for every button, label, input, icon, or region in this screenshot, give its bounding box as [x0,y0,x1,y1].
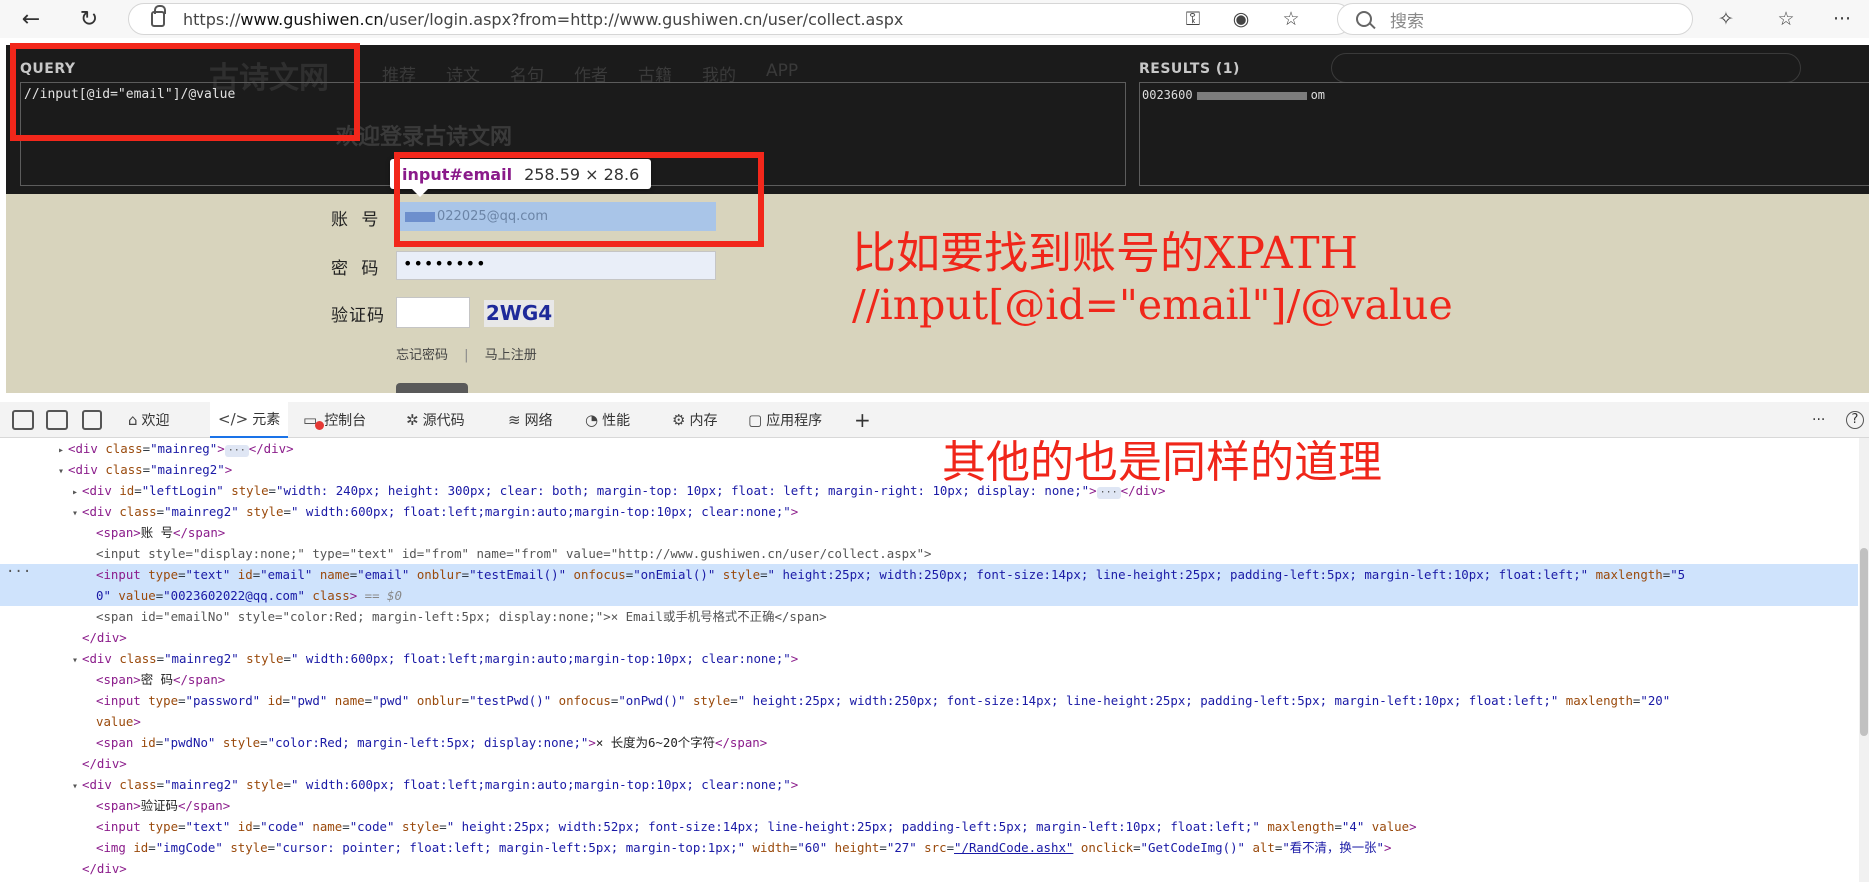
add-tool-icon[interactable]: + [854,402,871,438]
tracking-icon[interactable]: ◉ [1228,6,1254,32]
extensions-icon[interactable]: ✧ [1713,6,1739,32]
tab-welcome[interactable]: ⌂ 欢迎 [128,402,170,438]
error-badge-icon [315,420,325,430]
dom-node-line[interactable]: ▾ <div class="mainreg2" style=" width:600… [0,648,1858,669]
tab-label: 欢迎 [141,413,170,429]
dom-node-line[interactable]: ▾ <div class="mainreg2" style=" width:600… [0,774,1858,795]
dom-node-line[interactable]: ▾ <div class="mainreg2"> [0,459,1858,480]
highlight-email-box [394,152,764,247]
login-heading: 欢迎登录古诗文网 [336,125,513,150]
dom-node-line[interactable]: <span>账 号</span> [0,522,1858,543]
selected-dom-node-line-cont[interactable]: 0" value="0023602022@qq.com" class> == $… [0,585,1858,606]
dom-node-line[interactable]: <input type="text" id="code" name="code"… [0,816,1858,837]
annotation-line-3: 其他的也是同样的道理 [942,437,1382,488]
help-icon[interactable]: ? [1846,402,1864,438]
forgot-password-link[interactable]: 忘记密码 [396,348,448,363]
link-separator: | [464,348,469,363]
dock-sidebar-icon[interactable] [82,410,102,430]
favorites-list-icon[interactable]: ☆ [1773,6,1799,32]
dom-node-line[interactable]: </div> [0,858,1858,879]
screenshot-root: ← ↻ https://www.gushiwen.cn/user/login.a… [0,0,1869,882]
dom-node-line[interactable]: ▾ <div class="mainreg2" style=" width:600… [0,501,1858,522]
login-button[interactable] [396,383,468,393]
collapsed-ellipsis-icon[interactable]: ··· [224,445,249,457]
password-label: 密 码 [331,259,383,279]
device-emulation-icon[interactable] [46,410,68,430]
selected-dom-node-line[interactable]: <input type="text" id="email" name="emai… [0,564,1858,585]
dom-node-line[interactable]: <input style="display:none;" type="text"… [0,543,1858,564]
tab-label: 内存 [689,413,718,429]
password-input[interactable]: •••••••• [396,251,716,280]
dom-node-line[interactable]: <img id="imgCode" style="cursor: pointer… [0,837,1858,858]
results-label: RESULTS (1) [1139,61,1240,77]
url-text: https://www.gushiwen.cn/user/login.aspx?… [183,9,904,29]
dom-node-line[interactable]: </div> [0,753,1858,774]
site-search-box[interactable] [1331,53,1801,83]
result-value: 0023600 om [1142,88,1326,102]
tab-label: 性能 [602,413,631,429]
memory-icon: ⚙ [672,411,686,429]
captcha-label: 验证码 [331,306,385,326]
dom-node-line[interactable]: <span>验证码</span> [0,795,1858,816]
dom-node-line[interactable]: <input type="password" id="pwd" name="pw… [0,690,1858,711]
register-link[interactable]: 马上注册 [485,348,537,363]
tab-performance[interactable]: ◔ 性能 [585,402,630,438]
application-icon: ▢ [748,411,763,429]
tab-label: 元素 [252,412,281,428]
search-placeholder: 搜索 [1390,11,1424,32]
annotation-line-2: //input[@id="email"]/@value [852,281,1453,329]
devtools-toolbar: ⌂ 欢迎 </> 元素 ▭ 控制台 ✲ 源代码 ≋ 网络 ◔ 性能 ⚙ 内存 ▢ 应用程序 + ··· ? [0,402,1869,438]
dom-node-line[interactable]: value> [0,711,1858,732]
dom-node-line[interactable]: <span id="pwdNo" style="color:Red; margi… [0,732,1858,753]
elements-panel: ▸ <div class="mainreg"> ··· </div> ▾ <div cl… [0,438,1858,882]
dom-node-line[interactable]: <span>密 码</span> [0,669,1858,690]
captcha-image[interactable]: 2WG4 [484,300,554,327]
sources-icon: ✲ [406,411,419,429]
elements-icon: </> [218,410,249,428]
tab-console[interactable]: ▭ 控制台 [303,402,366,438]
tab-label: 源代码 [422,413,465,429]
tab-label: 网络 [524,413,553,429]
browser-toolbar: ← ↻ https://www.gushiwen.cn/user/login.a… [0,0,1869,38]
browser-search-box[interactable]: 搜索 [1337,3,1693,35]
captcha-input[interactable] [396,297,470,328]
key-icon[interactable]: ⚿ [1180,6,1206,32]
devtools-more-icon[interactable]: ··· [1812,402,1825,438]
dom-node-line[interactable]: </div> [0,627,1858,648]
dom-node-line[interactable]: ▸ <div class="mainreg"> ··· </div> [0,438,1858,459]
tab-sources[interactable]: ✲ 源代码 [406,402,465,438]
favorite-star-icon[interactable]: ☆ [1278,6,1304,32]
dom-node-line[interactable]: <span id="emailNo" style="color:Red; mar… [0,606,1858,627]
refresh-icon[interactable]: ↻ [74,4,104,34]
inspect-element-icon[interactable] [12,410,34,430]
performance-icon: ◔ [585,411,599,429]
menu-more-icon[interactable]: ··· [1829,6,1855,32]
address-bar[interactable]: https://www.gushiwen.cn/user/login.aspx?… [128,3,1352,35]
lock-icon [151,5,166,27]
redacted-blur [1196,91,1307,100]
network-icon: ≋ [508,411,521,429]
form-links: 忘记密码 | 马上注册 [396,344,537,363]
tab-network[interactable]: ≋ 网络 [508,402,553,438]
search-icon [1356,11,1372,27]
back-icon[interactable]: ← [16,4,46,34]
elements-scrollbar-thumb[interactable] [1860,548,1868,736]
welcome-icon: ⌂ [128,411,138,429]
tab-memory[interactable]: ⚙ 内存 [672,402,717,438]
dom-node-line[interactable]: ▸ <div id="leftLogin" style="width: 240px… [0,480,1858,501]
tab-label: 控制台 [324,413,367,429]
tab-label: 应用程序 [766,413,823,429]
tab-application[interactable]: ▢ 应用程序 [748,402,822,438]
highlight-query-box [10,43,360,141]
annotation-line-1: 比如要找到账号的XPATH [852,228,1358,279]
account-label: 账 号 [331,210,383,230]
tab-elements[interactable]: </> 元素 [210,402,289,438]
node-actions-icon[interactable]: ··· [6,564,31,580]
